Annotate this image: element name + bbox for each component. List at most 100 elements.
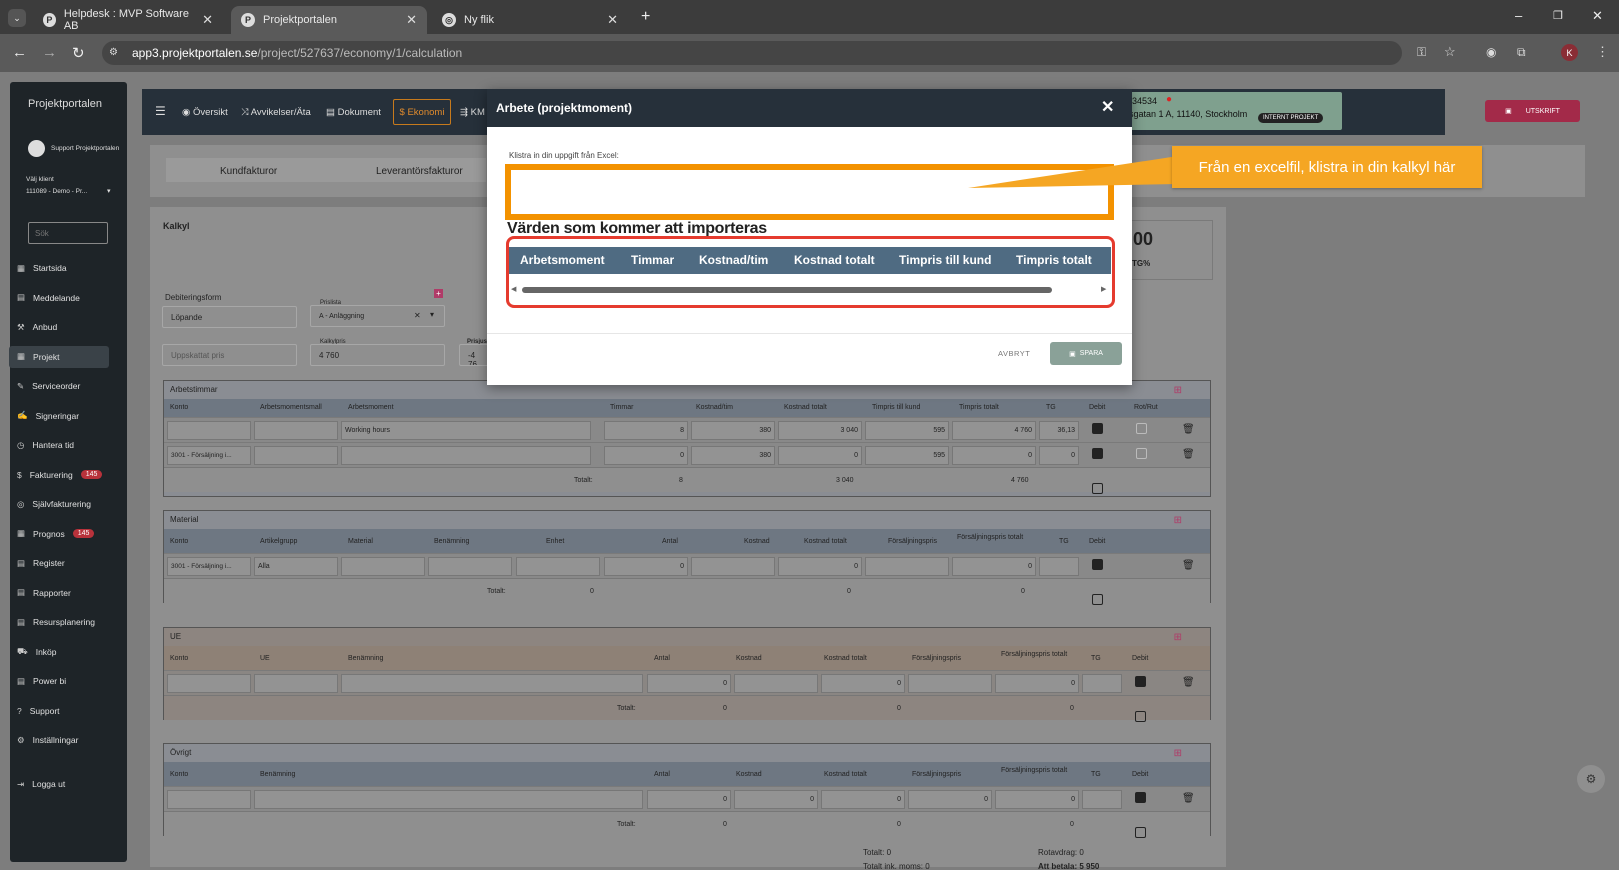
sidebar-item-prognos[interactable]: ▦ Prognos 145	[17, 523, 95, 545]
minimize-icon[interactable]: –	[1515, 8, 1522, 23]
tab-leverantorsfakturor[interactable]: Leverantörsfakturor	[376, 166, 463, 177]
save-button[interactable]: ▣ SPARA	[1050, 342, 1122, 365]
close-tab-icon[interactable]: ✕	[607, 12, 618, 28]
moment-template-select[interactable]	[254, 446, 338, 465]
sidebar-item-inköp[interactable]: ⛟ Inköp	[17, 641, 57, 663]
browser-tab-helpdesk[interactable]: P Helpdesk : MVP Software AB ✕	[33, 6, 223, 34]
close-tab-icon[interactable]: ✕	[202, 12, 213, 28]
konto-select[interactable]: 3001 - Försäljning i...	[167, 446, 251, 465]
tab-kundfakturor[interactable]: Kundfakturor	[220, 166, 277, 177]
bookmark-star-icon[interactable]: ☆	[1444, 44, 1456, 60]
hourly-price-input[interactable]: 595	[865, 421, 949, 440]
clear-icon[interactable]: ✕	[414, 311, 421, 320]
moment-input[interactable]	[341, 446, 591, 465]
trash-icon[interactable]: 🗑	[1182, 793, 1195, 804]
debit-all-checkbox[interactable]	[1092, 483, 1103, 494]
hours-input[interactable]: 8	[604, 421, 688, 440]
sidebar-item-register[interactable]: ▤ Register	[17, 552, 65, 574]
add-icon[interactable]: +	[434, 289, 443, 298]
debit-checkbox[interactable]	[1135, 792, 1146, 803]
debit-form-select[interactable]: Löpande	[162, 306, 297, 328]
sidebar-search-input[interactable]	[28, 222, 108, 244]
debit-checkbox[interactable]	[1092, 448, 1103, 459]
tab-search-icon[interactable]: ⌄	[8, 9, 26, 27]
browser-tab-ny-flik[interactable]: ◎ Ny flik ✕	[432, 6, 628, 34]
sidebar-item-anbud[interactable]: ⚒ Anbud	[17, 316, 57, 338]
quantity-input[interactable]: 0	[647, 674, 731, 693]
sidebar-item-support[interactable]: ? Support	[17, 700, 60, 722]
restore-icon[interactable]: ❐	[1553, 9, 1563, 22]
browser-menu-icon[interactable]: ⋮	[1596, 44, 1609, 60]
chevron-down-icon[interactable]: ▾	[107, 187, 111, 195]
nav-oversikt[interactable]: ◉ Översikt	[182, 107, 228, 118]
rot-checkbox[interactable]	[1136, 423, 1147, 434]
nav-dokument[interactable]: ▤ Dokument	[326, 107, 381, 118]
profile-avatar[interactable]: K	[1561, 44, 1578, 61]
debit-checkbox[interactable]	[1135, 676, 1146, 687]
cost-input[interactable]: 0	[734, 790, 818, 809]
debit-all-checkbox[interactable]	[1135, 827, 1146, 838]
hours-input[interactable]: 0	[604, 446, 688, 465]
pricelist-select[interactable]: A - Anläggning	[310, 305, 445, 327]
sidebar-item-serviceorder[interactable]: ✎ Serviceorder	[17, 375, 80, 397]
back-icon[interactable]: ←	[12, 44, 27, 61]
material-select[interactable]	[341, 557, 425, 576]
sidebar-item-logout[interactable]: ⇥ Logga ut	[17, 773, 65, 795]
nav-km[interactable]: ⇶ KM	[460, 107, 485, 118]
scroll-right-icon[interactable]: ▶	[1101, 285, 1106, 293]
cancel-button[interactable]: AVBRYT	[998, 349, 1030, 358]
sidebar-item-resursplanering[interactable]: ▤ Resursplanering	[17, 611, 95, 633]
trash-icon[interactable]: 🗑	[1182, 677, 1195, 688]
sidebar-item-startsida[interactable]: ▦ Startsida	[17, 257, 67, 279]
sidebar-item-signeringar[interactable]: ✍ Signeringar	[17, 405, 79, 427]
quantity-input[interactable]: 0	[604, 557, 688, 576]
sidebar-item-rapporter[interactable]: ▤ Rapporter	[17, 582, 71, 604]
sales-price-input[interactable]	[865, 557, 949, 576]
name-input[interactable]	[254, 790, 643, 809]
quantity-input[interactable]: 0	[647, 790, 731, 809]
settings-gear-icon[interactable]: ⚙	[1577, 765, 1605, 793]
cost-input[interactable]	[734, 674, 818, 693]
password-key-icon[interactable]: ⚿	[1417, 45, 1426, 60]
client-select[interactable]: 111089 - Demo - Pr...	[26, 188, 87, 195]
konto-select[interactable]	[167, 421, 251, 440]
nav-ekonomi[interactable]: $ Ekonomi	[393, 99, 451, 125]
add-row-icon[interactable]: ⊞	[1174, 385, 1182, 396]
estimated-price-input[interactable]: Uppskattat pris	[162, 344, 297, 366]
sales-price-input[interactable]	[908, 674, 992, 693]
add-row-icon[interactable]: ⊞	[1174, 515, 1182, 526]
sidebar-item-projekt[interactable]: ▦ Projekt	[9, 345, 109, 368]
name-input[interactable]	[428, 557, 512, 576]
cost-per-hour-input[interactable]: 380	[691, 446, 775, 465]
browser-tab-projektportalen[interactable]: P Projektportalen ✕	[231, 6, 427, 34]
chevron-down-icon[interactable]: ▾	[430, 310, 434, 319]
konto-select[interactable]: 3001 - Försäljning i...	[167, 557, 251, 576]
sidebar-item-självfakturering[interactable]: ◎ Självfakturering	[17, 493, 91, 515]
sidebar-item-inställningar[interactable]: ⚙ Inställningar	[17, 729, 78, 751]
cost-input[interactable]	[691, 557, 775, 576]
add-row-icon[interactable]: ⊞	[1174, 632, 1182, 643]
trash-icon[interactable]: 🗑	[1182, 449, 1195, 460]
trash-icon[interactable]: 🗑	[1182, 424, 1195, 435]
hamburger-menu-icon[interactable]: ☰	[155, 104, 166, 118]
hourly-price-input[interactable]: 595	[865, 446, 949, 465]
nav-avvikelser[interactable]: ⤨ Avvikelser/Äta	[241, 107, 311, 118]
sidebar-item-meddelande[interactable]: ▤ Meddelande	[17, 287, 80, 309]
konto-select[interactable]	[167, 790, 251, 809]
sidebar-item-hantera-tid[interactable]: ◷ Hantera tid	[17, 434, 74, 456]
reload-icon[interactable]: ↻	[72, 44, 85, 62]
debit-all-checkbox[interactable]	[1135, 711, 1146, 722]
url-field[interactable]: app3.projektportalen.se/project/527637/e…	[102, 41, 1402, 65]
print-button[interactable]: ▣ UTSKRIFT	[1485, 100, 1580, 122]
scroll-left-icon[interactable]: ◀	[511, 285, 516, 293]
forward-icon[interactable]: →	[42, 44, 57, 61]
name-input[interactable]	[341, 674, 643, 693]
rot-checkbox[interactable]	[1136, 448, 1147, 459]
debit-checkbox[interactable]	[1092, 559, 1103, 570]
close-icon[interactable]: ✕	[1101, 97, 1114, 117]
cost-per-hour-input[interactable]: 380	[691, 421, 775, 440]
horizontal-scrollbar[interactable]	[522, 287, 1052, 293]
trash-icon[interactable]: 🗑	[1182, 560, 1195, 571]
extension-icon[interactable]: ◉	[1486, 45, 1496, 59]
debit-all-checkbox[interactable]	[1092, 594, 1103, 605]
